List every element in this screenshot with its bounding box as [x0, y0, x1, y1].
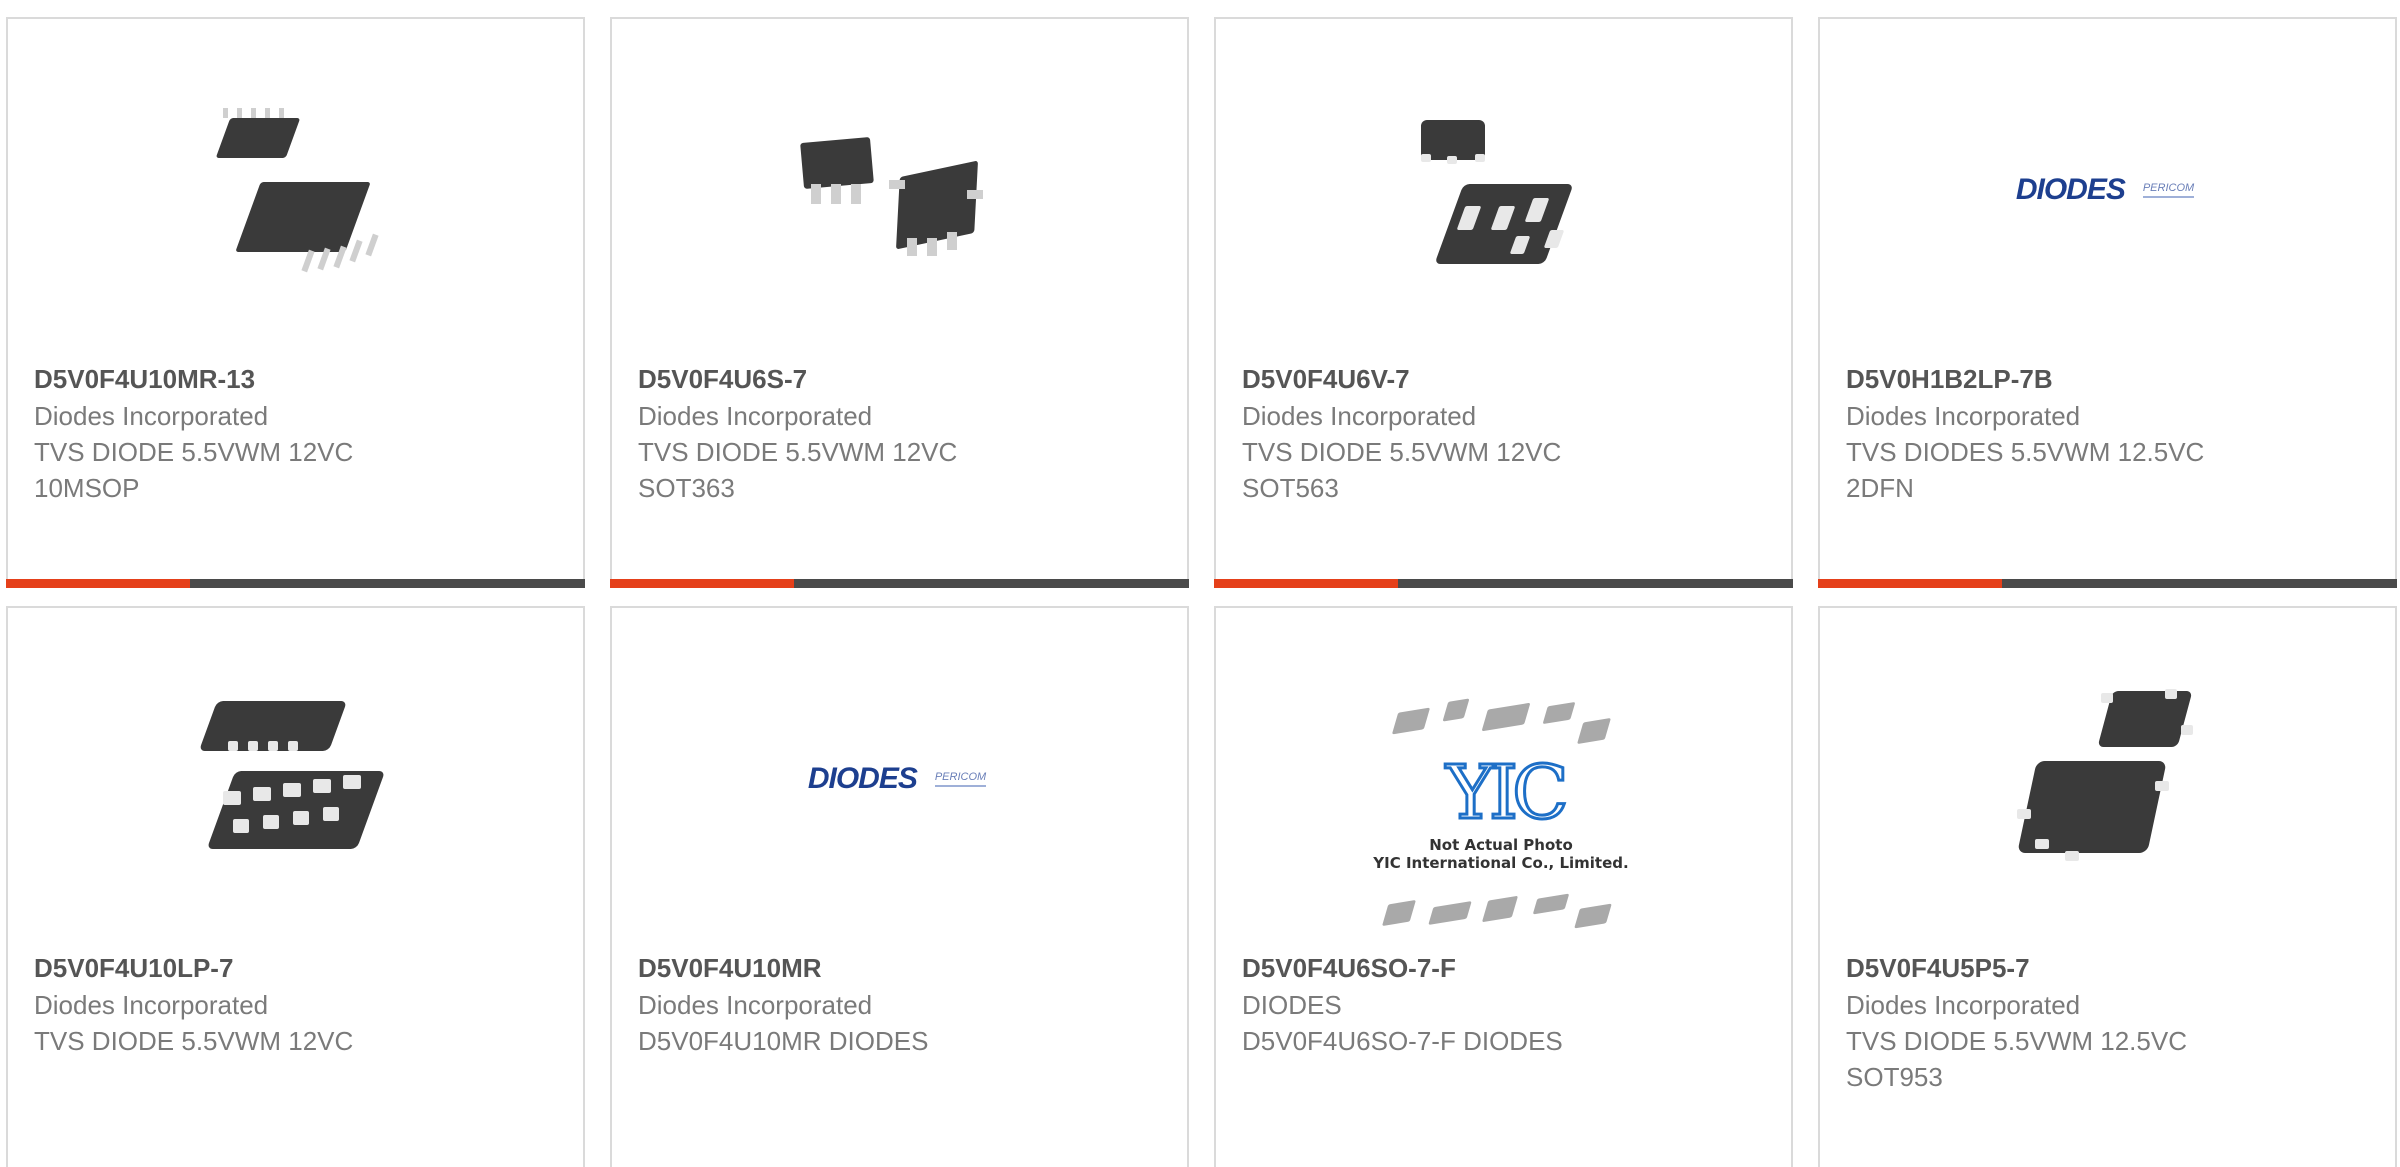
card-accent — [6, 579, 190, 588]
placeholder-company: YIC International Co., Limited. — [1373, 854, 1629, 872]
card-accent — [610, 579, 794, 588]
diodes-pericom-logo: DIODES PERICOM — [2015, 173, 2195, 207]
product-card[interactable]: YIC Not Actual Photo YIC International C… — [1214, 606, 1793, 1167]
diodes-pericom-logo: DIODES PERICOM — [807, 762, 987, 796]
product-card[interactable]: D5V0F4U10MR-13 Diodes Incorporated TVS D… — [6, 17, 585, 588]
part-number[interactable]: D5V0F4U10LP-7 — [34, 950, 563, 986]
description: TVS DIODES 5.5VWM 12.5VC 2DFN — [1846, 437, 2205, 503]
placeholder-note: Not Actual Photo — [1429, 836, 1573, 854]
manufacturer: Diodes Incorporated — [1846, 990, 2081, 1020]
part-number[interactable]: D5V0H1B2LP-7B — [1846, 361, 2375, 397]
manufacturer: Diodes Incorporated — [1242, 401, 1477, 431]
yic-placeholder: YIC Not Actual Photo YIC International C… — [1366, 690, 1636, 950]
product-card[interactable]: DIODES PERICOM D5V0H1B2LP-7B Diodes Inco… — [1818, 17, 2397, 588]
part-number[interactable]: D5V0F4U6S-7 — [638, 361, 1167, 397]
part-number[interactable]: D5V0F4U5P5-7 — [1846, 950, 2375, 986]
card-bottom-bar — [1818, 579, 2397, 588]
logo-sub: PERICOM — [934, 771, 987, 787]
product-image[interactable] — [797, 90, 997, 290]
description: D5V0F4U6SO-7-F DIODES — [1242, 1026, 1563, 1056]
description: D5V0F4U10MR DIODES — [638, 1026, 929, 1056]
description: TVS DIODE 5.5VWM 12VC SOT563 — [1242, 437, 1562, 503]
manufacturer: Diodes Incorporated — [34, 401, 269, 431]
product-card[interactable]: DIODES PERICOM D5V0F4U10MR Diodes Incorp… — [610, 606, 1189, 1167]
manufacturer: DIODES — [1242, 990, 1342, 1020]
logo-sub: PERICOM — [2142, 182, 2195, 198]
product-card[interactable]: D5V0F4U6V-7 Diodes Incorporated TVS DIOD… — [1214, 17, 1793, 588]
manufacturer: Diodes Incorporated — [638, 990, 873, 1020]
manufacturer: Diodes Incorporated — [34, 990, 269, 1020]
card-bottom-bar — [1214, 579, 1793, 588]
logo-brand: DIODES — [807, 762, 918, 795]
product-image[interactable]: YIC Not Actual Photo YIC International C… — [1366, 690, 1636, 950]
part-number[interactable]: D5V0F4U6V-7 — [1242, 361, 1771, 397]
description: TVS DIODE 5.5VWM 12VC — [34, 1026, 354, 1056]
card-accent — [1818, 579, 2002, 588]
product-image[interactable] — [2005, 679, 2205, 879]
description: TVS DIODE 5.5VWM 12VC SOT363 — [638, 437, 958, 503]
description: TVS DIODE 5.5VWM 12.5VC SOT953 — [1846, 1026, 2187, 1092]
product-card[interactable]: D5V0F4U5P5-7 Diodes Incorporated TVS DIO… — [1818, 606, 2397, 1167]
yic-logo: YIC — [1445, 749, 1571, 838]
manufacturer: Diodes Incorporated — [638, 401, 873, 431]
product-grid: D5V0F4U10MR-13 Diodes Incorporated TVS D… — [0, 0, 2400, 1167]
product-image[interactable] — [193, 679, 393, 879]
product-card[interactable]: D5V0F4U6S-7 Diodes Incorporated TVS DIOD… — [610, 17, 1189, 588]
card-bottom-bar — [6, 579, 585, 588]
logo-brand: DIODES — [2015, 173, 2126, 206]
card-bottom-bar — [610, 579, 1189, 588]
product-image[interactable] — [1401, 90, 1601, 290]
product-image[interactable]: DIODES PERICOM — [2005, 90, 2205, 290]
product-image[interactable] — [193, 90, 393, 290]
description: TVS DIODE 5.5VWM 12VC 10MSOP — [34, 437, 354, 503]
product-image[interactable]: DIODES PERICOM — [797, 679, 997, 879]
part-number[interactable]: D5V0F4U10MR — [638, 950, 1167, 986]
manufacturer: Diodes Incorporated — [1846, 401, 2081, 431]
card-accent — [1214, 579, 1398, 588]
part-number[interactable]: D5V0F4U10MR-13 — [34, 361, 563, 397]
part-number[interactable]: D5V0F4U6SO-7-F — [1242, 950, 1771, 986]
product-card[interactable]: D5V0F4U10LP-7 Diodes Incorporated TVS DI… — [6, 606, 585, 1167]
